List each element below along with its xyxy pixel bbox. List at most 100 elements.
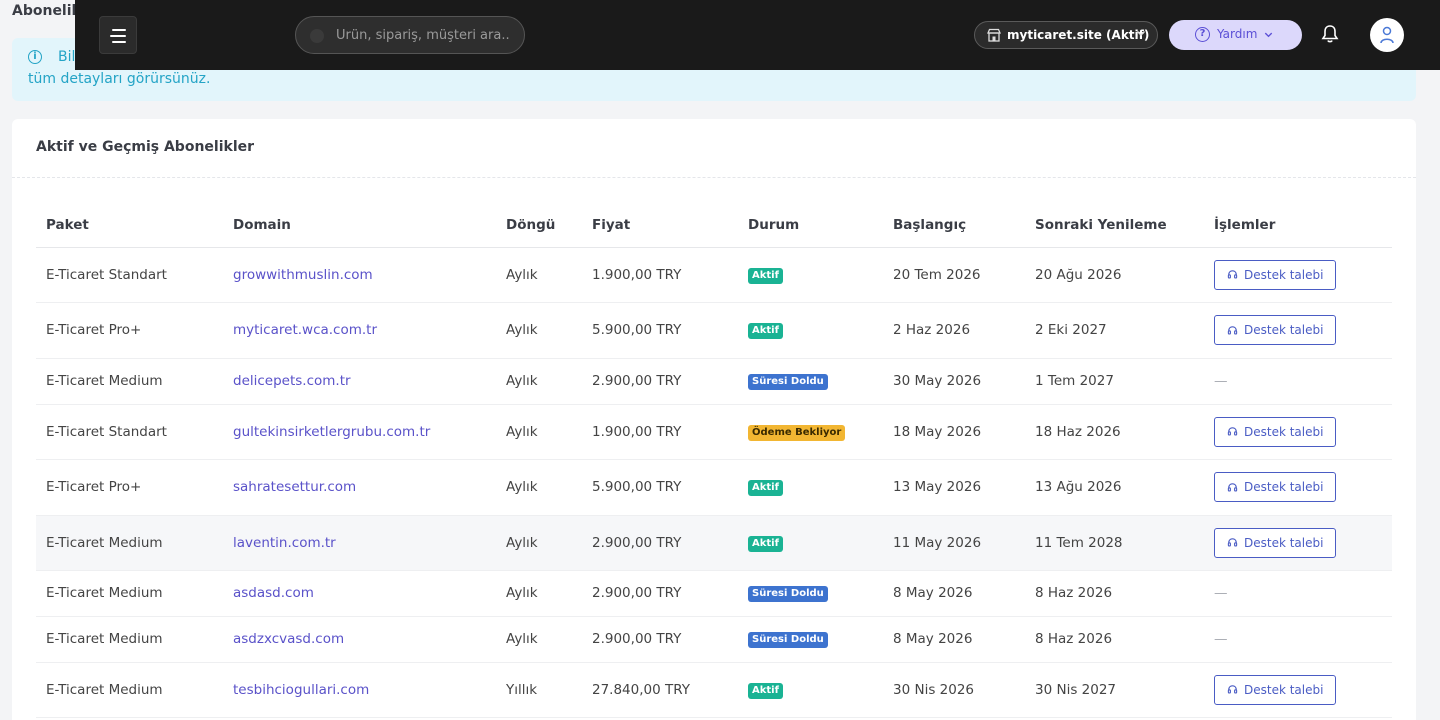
support-ticket-label: Destek talebi [1244, 267, 1324, 282]
start-date-cell: 20 Tem 2026 [883, 247, 1025, 303]
actions-cell: — [1204, 570, 1392, 617]
column-header: Döngü [496, 203, 582, 248]
domain-link[interactable]: gultekinsirketlergrubu.com.tr [223, 404, 496, 460]
table-row: E-Ticaret Medium delicepets.com.tr Aylık 2.… [36, 358, 1392, 405]
start-date-cell: 8 May 2026 [883, 570, 1025, 617]
actions-cell: — [1204, 358, 1392, 405]
status-cell: Süresi Doldu [738, 358, 883, 405]
status-cell: Aktif [738, 459, 883, 516]
table-row: E-Ticaret Medium asdasd.com Aylık 2.900,00 … [36, 570, 1392, 617]
table-row: E-Ticaret Medium tesbihciogullari.com Yıll… [36, 662, 1392, 718]
package-cell: E-Ticaret Standart [36, 247, 223, 303]
package-cell: E-Ticaret Medium [36, 358, 223, 405]
subscriptions-table: Paket Domain Döngü Fiyat Durum Başlangıç… [36, 203, 1392, 718]
domain-link[interactable]: sahratesettur.com [223, 459, 496, 516]
column-header: Başlangıç [883, 203, 1025, 248]
status-badge: Süresi Doldu [748, 586, 828, 602]
status-cell: Aktif [738, 515, 883, 571]
table-row: E-Ticaret Standart gultekinsirketlergrubu… [36, 404, 1392, 460]
cycle-cell: Aylık [496, 570, 582, 617]
price-cell: 2.900,00 TRY [582, 515, 738, 571]
price-cell: 2.900,00 TRY [582, 616, 738, 663]
status-badge: Süresi Doldu [748, 374, 828, 390]
support-ticket-label: Destek talebi [1244, 480, 1324, 494]
search-bar[interactable] [295, 16, 525, 54]
column-header: Durum [738, 203, 883, 248]
card-title: Aktif ve Geçmiş Abonelikler [36, 139, 255, 155]
info-icon: i [28, 50, 42, 64]
column-header: Fiyat [582, 203, 738, 248]
support-ticket-button[interactable]: Destek talebi [1214, 472, 1337, 502]
headset-icon [1227, 482, 1238, 491]
renewal-date-cell: 1 Tem 2027 [1025, 358, 1204, 405]
price-cell: 1.900,00 TRY [582, 247, 738, 303]
status-badge: Aktif [748, 682, 783, 699]
domain-link[interactable]: asdzxcvasd.com [223, 616, 496, 663]
store-label: myticaret.site (Aktif) [1007, 28, 1150, 42]
status-badge: Ödeme Bekliyor [748, 424, 846, 441]
package-cell: E-Ticaret Pro+ [36, 459, 223, 516]
package-cell: E-Ticaret Medium [36, 616, 223, 663]
start-date-cell: 18 May 2026 [883, 404, 1025, 460]
domain-link[interactable]: delicepets.com.tr [223, 358, 496, 405]
question-icon: ? [1195, 27, 1210, 42]
renewal-date-cell: 18 Haz 2026 [1025, 404, 1204, 460]
headset-icon [1227, 325, 1238, 334]
domain-link[interactable]: tesbihciogullari.com [223, 662, 496, 718]
status-badge: Aktif [748, 323, 783, 339]
no-action-dash: — [1214, 373, 1228, 389]
bell-icon[interactable] [1321, 24, 1339, 44]
start-date-cell: 30 Nis 2026 [883, 662, 1025, 718]
domain-link[interactable]: growwithmuslin.com [223, 247, 496, 303]
package-cell: E-Ticaret Medium [36, 515, 223, 571]
table-header-row: Paket Domain Döngü Fiyat Durum Başlangıç… [36, 203, 1392, 248]
domain-link[interactable]: asdasd.com [223, 570, 496, 617]
price-cell: 1.900,00 TRY [582, 404, 738, 460]
no-action-dash: — [1214, 631, 1228, 647]
search-icon [310, 29, 324, 43]
renewal-date-cell: 2 Eki 2027 [1025, 302, 1204, 359]
top-navbar: myticaret.site (Aktif) ? Yardım [75, 0, 1440, 70]
user-icon [1380, 26, 1394, 44]
support-ticket-label: Destek talebi [1244, 682, 1324, 697]
cycle-cell: Aylık [496, 515, 582, 571]
support-ticket-label: Destek talebi [1244, 535, 1324, 550]
cycle-cell: Aylık [496, 247, 582, 303]
support-ticket-button[interactable]: Destek talebi [1214, 416, 1337, 447]
column-header: Domain [223, 203, 496, 248]
status-badge: Süresi Doldu [748, 632, 828, 648]
start-date-cell: 11 May 2026 [883, 515, 1025, 571]
actions-cell: Destek talebi [1204, 302, 1392, 359]
package-cell: E-Ticaret Standart [36, 404, 223, 460]
headset-icon [1227, 427, 1238, 436]
price-cell: 2.900,00 TRY [582, 570, 738, 617]
actions-cell: Destek talebi [1204, 247, 1392, 303]
help-button[interactable]: ? Yardım [1169, 20, 1302, 50]
support-ticket-button[interactable]: Destek talebi [1214, 315, 1337, 345]
divider [12, 177, 1416, 178]
status-badge: Aktif [748, 535, 783, 552]
support-ticket-label: Destek talebi [1244, 424, 1324, 439]
cycle-cell: Yıllık [496, 662, 582, 718]
menu-icon [112, 29, 126, 31]
menu-toggle-button[interactable] [99, 16, 137, 54]
price-cell: 2.900,00 TRY [582, 358, 738, 405]
chevron-down-icon [1264, 32, 1273, 38]
search-input[interactable] [336, 17, 516, 53]
support-ticket-button[interactable]: Destek talebi [1214, 674, 1337, 705]
support-ticket-button[interactable]: Destek talebi [1214, 259, 1337, 290]
table-row: E-Ticaret Pro+ sahratesettur.com Aylık 5.90… [36, 459, 1392, 516]
cycle-cell: Aylık [496, 404, 582, 460]
support-ticket-button[interactable]: Destek talebi [1214, 527, 1337, 558]
domain-link[interactable]: laventin.com.tr [223, 515, 496, 571]
store-selector[interactable]: myticaret.site (Aktif) [974, 21, 1158, 49]
status-badge: Aktif [748, 267, 783, 284]
table-row: E-Ticaret Pro+ myticaret.wca.com.tr Aylık 5… [36, 302, 1392, 359]
headset-icon [1227, 538, 1238, 547]
renewal-date-cell: 20 Ağu 2026 [1025, 247, 1204, 303]
avatar[interactable] [1370, 18, 1404, 52]
start-date-cell: 30 May 2026 [883, 358, 1025, 405]
domain-link[interactable]: myticaret.wca.com.tr [223, 302, 496, 359]
no-action-dash: — [1214, 585, 1228, 601]
info-alert-text-2: tüm detayları görürsünüz. [28, 71, 211, 87]
